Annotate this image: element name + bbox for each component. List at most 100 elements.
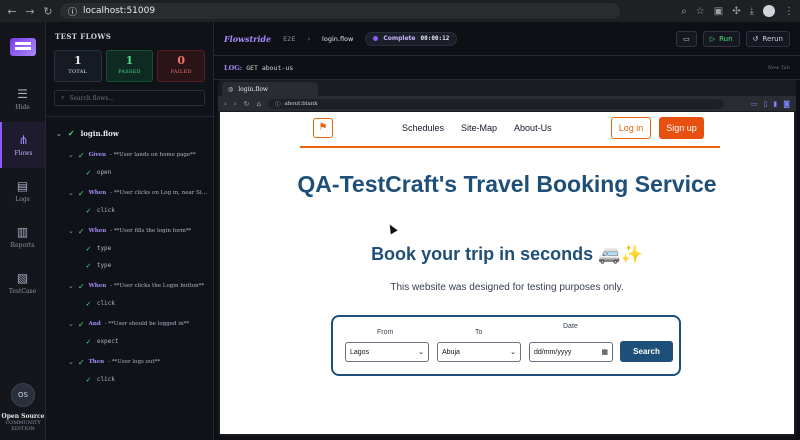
flow-name: login.flow	[80, 128, 119, 138]
site-logo-icon[interactable]: ⚑	[313, 118, 333, 138]
app-logo	[9, 38, 36, 56]
rail-label: Flows	[14, 150, 33, 157]
bookmark-icon[interactable]: ☆	[696, 6, 705, 17]
signup-button[interactable]: Sign up	[659, 117, 704, 139]
puzzle-icon[interactable]: ✣	[732, 6, 740, 17]
tree-action[interactable]: ✓ click	[46, 296, 213, 310]
step-text: - **User clicks the Login button**	[110, 283, 205, 289]
flow-tree: ⌄ ✓ login.flow ⌄ ✓ Given - **User lands …	[46, 117, 213, 386]
tree-action[interactable]: ✓ open	[46, 165, 213, 179]
action-name: type	[96, 261, 112, 269]
camera-icon[interactable]: ◙	[783, 100, 790, 108]
step-keyword: And	[88, 321, 101, 327]
inner-tab[interactable]: ◎ login.flow	[222, 82, 318, 96]
tree-root-login-flow[interactable]: ⌄ ✓ login.flow	[46, 125, 213, 141]
search-placeholder: Search flows...	[69, 94, 115, 102]
forward-icon[interactable]: →	[24, 5, 36, 18]
rail-item-hide[interactable]: ☰ Hide	[0, 76, 45, 122]
search-button[interactable]: Search	[620, 341, 673, 362]
from-select[interactable]: Lagos ⌄	[345, 342, 429, 362]
to-value: Abuja	[442, 348, 460, 356]
to-select[interactable]: Abuja ⌄	[437, 342, 521, 362]
clipboard-icon: ▧	[16, 271, 29, 285]
panel-toggle-button[interactable]: ▭	[676, 30, 697, 47]
check-circle-icon: ✓	[77, 150, 85, 160]
nav-link-about-us[interactable]: About-Us	[514, 123, 552, 133]
tree-action[interactable]: ✓ click	[46, 372, 213, 386]
chevron-down-icon: ⌄	[510, 349, 516, 356]
reload-icon[interactable]: ↻	[42, 5, 54, 18]
menu-icon[interactable]: ⋮	[784, 6, 794, 17]
breadcrumb-separator: ›	[307, 34, 311, 43]
stats-row: 1 TOTAL 1 PASSED 0 FAILED	[46, 50, 213, 82]
rail-label: TestCase	[8, 288, 37, 295]
address-text: localhost:51009	[83, 6, 156, 16]
chevron-down-icon[interactable]: ⌄	[68, 227, 74, 235]
rail-item-logs[interactable]: ▤ Logs	[0, 168, 45, 214]
address-bar[interactable]: ⓘ localhost:51009	[60, 3, 620, 19]
login-button[interactable]: Log in	[611, 117, 651, 139]
rail-item-flows[interactable]: ⋔ Flows	[0, 122, 45, 168]
mobile-icon[interactable]: ▮	[773, 100, 777, 108]
check-circle-icon: ✓	[77, 226, 85, 236]
tree-step[interactable]: ⌄ ✓ And - **User should be logged in**	[46, 317, 213, 331]
inner-forward-icon[interactable]: ›	[234, 100, 237, 108]
step-text: - **User logs out**	[108, 359, 161, 365]
desktop-icon[interactable]: ▭	[751, 100, 758, 108]
breadcrumb-e2e[interactable]: E2E	[283, 35, 295, 43]
check-circle-icon: ✓	[86, 336, 91, 346]
nav-link-site-map[interactable]: Site-Map	[461, 123, 497, 133]
tree-action[interactable]: ✓ type	[46, 258, 213, 272]
step-keyword: When	[88, 283, 107, 289]
chevron-down-icon[interactable]: ⌄	[68, 151, 74, 159]
from-label: From	[377, 329, 394, 336]
inner-reload-icon[interactable]: ↻	[244, 100, 250, 108]
step-keyword: When	[88, 228, 107, 234]
rerun-button[interactable]: ↺ Rerun	[745, 30, 790, 47]
chevron-down-icon[interactable]: ⌄	[68, 320, 74, 328]
inner-back-icon[interactable]: ‹	[224, 100, 227, 108]
rail-item-testcase[interactable]: ▧ TestCase	[0, 260, 45, 306]
chevron-down-icon: ⌄	[418, 349, 424, 356]
tree-action[interactable]: ✓ click	[46, 203, 213, 217]
back-icon[interactable]: ←	[6, 5, 18, 18]
stat-value: 1	[125, 54, 134, 67]
calendar-icon[interactable]: ▦	[601, 348, 608, 356]
mouse-cursor-icon	[386, 222, 398, 235]
tablet-icon[interactable]: ▯	[763, 100, 767, 108]
tree-action[interactable]: ✓ expect	[46, 334, 213, 348]
stat-value: 0	[177, 54, 185, 67]
edition-badge[interactable]: OS	[11, 383, 35, 407]
action-name: click	[96, 206, 115, 214]
tree-step[interactable]: ⌄ ✓ When - **User clicks on Log in, near…	[46, 186, 213, 200]
list-icon: ☰	[17, 87, 28, 101]
inner-address-bar[interactable]: ⓘ about:blank	[267, 98, 724, 109]
zoom-icon[interactable]: ⌕	[681, 6, 687, 17]
test-flows-panel: TEST FLOWS 1 TOTAL 1 PASSED 0 FAILED ⌕ S…	[46, 22, 214, 440]
extension-icon[interactable]: ▣	[714, 6, 723, 17]
tree-action[interactable]: ✓ type	[46, 241, 213, 255]
inner-nav-row: ‹ › ↻ ⌂ ⓘ about:blank ▭ ▯ ▮ ◙	[218, 96, 796, 111]
globe-icon: ◎	[228, 85, 234, 93]
nav-link-schedules[interactable]: Schedules	[402, 123, 444, 133]
chevron-down-icon[interactable]: ⌄	[68, 358, 74, 366]
tree-step[interactable]: ⌄ ✓ When - **User clicks the Login butto…	[46, 279, 213, 293]
step-text: - **User lands on home page**	[110, 152, 196, 158]
tree-step[interactable]: ⌄ ✓ Then - **User logs out**	[46, 355, 213, 369]
date-input[interactable]: dd/mm/yyyy ▦	[529, 342, 613, 362]
tree-step[interactable]: ⌄ ✓ When - **User fills the login form**	[46, 224, 213, 238]
rail-item-reports[interactable]: ▥ Reports	[0, 214, 45, 260]
site-info-icon[interactable]: ⓘ	[68, 5, 77, 18]
main-area: Flowstride E2E › login.flow Complete 00:…	[214, 22, 800, 440]
tree-step[interactable]: ⌄ ✓ Given - **User lands on home page**	[46, 148, 213, 162]
chevron-down-icon[interactable]: ⌄	[68, 282, 74, 290]
chevron-down-icon[interactable]: ⌄	[56, 129, 62, 138]
run-button[interactable]: ▷ Run	[702, 30, 740, 47]
rerun-icon: ↺	[752, 34, 759, 43]
flow-search-input[interactable]: ⌕ Search flows...	[54, 90, 205, 106]
chevron-down-icon[interactable]: ⌄	[68, 189, 74, 197]
log-bar: LOG: GET about-us New Tab	[214, 56, 800, 80]
profile-avatar[interactable]	[763, 5, 775, 17]
download-icon[interactable]: ⤓	[750, 6, 754, 17]
inner-home-icon[interactable]: ⌂	[257, 100, 261, 108]
